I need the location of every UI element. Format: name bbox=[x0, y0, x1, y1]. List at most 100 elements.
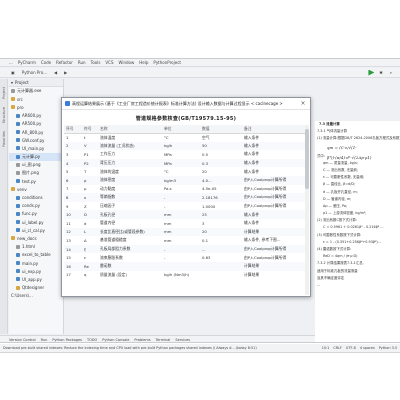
menu-item[interactable]: PythonProject bbox=[153, 60, 181, 65]
tool-window-tab[interactable]: TODO bbox=[87, 338, 97, 342]
tree-item[interactable]: src bbox=[9, 95, 63, 103]
status-indicator[interactable]: Python 3.5 bbox=[379, 346, 397, 350]
left-tab[interactable]: Favorites bbox=[2, 131, 6, 147]
table-cell: 输入条件 bbox=[244, 220, 260, 226]
menu-item[interactable]: Refactor bbox=[56, 60, 73, 65]
tool-window-tab[interactable]: Problems bbox=[134, 338, 150, 342]
status-indicator[interactable]: CRLF bbox=[333, 346, 342, 350]
menu-item[interactable]: Run bbox=[78, 60, 86, 65]
tree-item-label: ui_cl_cal.py bbox=[22, 227, 45, 233]
table-cell: 5 bbox=[66, 169, 69, 175]
tree-item[interactable]: venv bbox=[9, 185, 63, 193]
table-row[interactable]: 7 μ 动力黏度 Pa.s 4.5e-05 由P,t,Coolprop计算所得 bbox=[64, 185, 306, 194]
table-row[interactable]: 15 ε 流束膨胀系数 - 0.63 由P,t,Coolprop计算所得 bbox=[64, 253, 306, 262]
left-tab[interactable]: Structure bbox=[2, 107, 6, 123]
menu-item[interactable]: Code bbox=[41, 60, 51, 65]
tree-item[interactable]: UI_app.py bbox=[9, 275, 63, 283]
tree-item[interactable]: excel_to_table bbox=[9, 251, 63, 259]
project-panel-header[interactable]: ▾ Project bbox=[9, 79, 63, 87]
tree-item[interactable]: new_docs bbox=[9, 234, 63, 242]
column-header[interactable]: 备注 bbox=[242, 125, 306, 134]
column-header[interactable]: 序号 bbox=[64, 125, 82, 134]
menu-item[interactable]: ... bbox=[9, 60, 13, 65]
table-scrollbar[interactable] bbox=[305, 125, 309, 295]
tree-item[interactable]: C:\Users\... bbox=[9, 292, 63, 300]
tree-item[interactable]: UI_main.py bbox=[9, 144, 63, 152]
tool-window-tab[interactable]: Run bbox=[41, 338, 48, 342]
table-row[interactable]: 11 d 管道内径 mm 3 输入条件 bbox=[64, 219, 306, 228]
left-tab[interactable]: Project bbox=[2, 87, 6, 99]
tree-item[interactable]: ui_cl_cal.py bbox=[9, 226, 63, 234]
menu-item[interactable]: Tools bbox=[91, 60, 101, 65]
tool-window-tab[interactable]: Terminal bbox=[156, 338, 171, 342]
document-line: ρ1 — 上游流体密度, kg/m³; bbox=[323, 211, 367, 216]
menu-item[interactable]: PyCharm bbox=[18, 60, 36, 65]
column-header[interactable]: 单位 bbox=[162, 125, 200, 134]
table-cell: 1.0000 bbox=[202, 203, 216, 209]
tree-item[interactable]: AR600.py bbox=[9, 112, 63, 120]
tree-item[interactable]: AR_800.py bbox=[9, 128, 63, 136]
tree-item[interactable]: conds.py bbox=[9, 202, 63, 210]
tree-item[interactable]: ui_图.png bbox=[9, 161, 63, 169]
table-cell: 流束膨胀系数 bbox=[100, 254, 123, 260]
table-row[interactable]: 6 ρ 流体密度 kg/m3 4.0... 由P,t,Coolprop计算所得 bbox=[64, 175, 306, 185]
table-row[interactable]: 8 κ 等熵指数 -2.18176 由P,t,Coolprop计算所得 bbox=[64, 193, 306, 202]
column-header[interactable]: 名称 bbox=[98, 125, 162, 134]
menu-item[interactable]: Window bbox=[119, 60, 135, 65]
toolbar: ▣ Python Pro... ◀ ▶ ✱ ⌕ bbox=[0, 68, 400, 78]
tool-window-tab[interactable]: Version Control bbox=[9, 338, 36, 342]
python-file-icon bbox=[16, 211, 20, 216]
status-indicator[interactable]: 10:1 bbox=[322, 346, 330, 350]
table-cell: 25 bbox=[200, 210, 242, 219]
close-icon[interactable]: × bbox=[299, 100, 307, 108]
tree-item-label: new_docs bbox=[17, 235, 37, 241]
tree-item[interactable]: func.py bbox=[9, 210, 63, 218]
tree-item[interactable]: conditions bbox=[9, 193, 63, 201]
tool-window-tab[interactable]: Python Console bbox=[102, 338, 129, 342]
folder-icon bbox=[16, 285, 20, 290]
tree-item[interactable]: main.py bbox=[9, 259, 63, 267]
status-indicator[interactable]: 4 spaces bbox=[360, 346, 375, 350]
status-message[interactable]: Download pre-built shared indexes: Reduc… bbox=[3, 346, 257, 350]
table-row[interactable]: 14 ξ 孔板局部阻力系数 -... 由P,t,Coolprop计算所得 bbox=[64, 244, 306, 254]
tree-item[interactable]: ui_label.py bbox=[9, 218, 63, 226]
tree-item[interactable]: GW.conf.py bbox=[9, 136, 63, 144]
tree-item[interactable]: test.py bbox=[9, 177, 63, 185]
debug-icon[interactable]: ✱ bbox=[377, 70, 384, 76]
dialog-titlebar: 高程运算结果展示 (基于《工业厂房工程造价统计报表》标准计算方法) 设计输入数据… bbox=[62, 98, 310, 110]
table-row[interactable]: 9 Z 压缩因子 - 1.0000 由P,t,Coolprop计算所得 bbox=[64, 202, 306, 211]
tree-item[interactable]: Qtdesigner bbox=[9, 284, 63, 292]
table-row[interactable]: 13 Δ 基准管道粗糙度 mm 0.1 输入条件, 参考下图... bbox=[64, 236, 306, 245]
tree-item[interactable]: 图片.png bbox=[9, 169, 63, 177]
back-icon[interactable]: ◀ bbox=[52, 70, 59, 76]
table-row[interactable]: 2 V 流体流量 (工况状态) kg/h 50 输入条件 bbox=[64, 141, 306, 151]
search-icon[interactable]: ⌕ bbox=[388, 70, 394, 76]
tree-item[interactable]: ui_exp.py bbox=[9, 267, 63, 275]
table-row[interactable]: 10 D 孔板孔径 mm 25 输入条件 bbox=[64, 210, 306, 219]
scrollbar-thumb[interactable] bbox=[305, 129, 309, 189]
column-header[interactable]: 符号 bbox=[82, 125, 98, 134]
tree-item[interactable]: 元计算器.exe bbox=[9, 87, 63, 95]
tree-item[interactable]: 元计算.py bbox=[9, 152, 63, 161]
table-row[interactable]: 5 T 流体的温度 °C 20 输入条件 bbox=[64, 167, 306, 176]
tree-item[interactable]: 1.html bbox=[9, 243, 63, 251]
menu-item[interactable]: Help bbox=[139, 60, 148, 65]
forward-icon[interactable]: ▶ bbox=[62, 70, 69, 76]
status-indicator[interactable]: UTF-8 bbox=[346, 346, 356, 350]
tree-item[interactable]: pro bbox=[9, 103, 63, 111]
tool-window-tab[interactable]: Python Packages bbox=[52, 338, 82, 342]
column-header[interactable]: 数值 bbox=[200, 125, 242, 134]
table-row[interactable]: 17 q 质量流量 (设定) kg/h (Nm3/h) 计算结果 bbox=[64, 271, 306, 280]
run-icon[interactable] bbox=[368, 69, 375, 76]
table-row[interactable]: 4 P2 背压压力 MPa 0.3 输入条件 bbox=[64, 158, 306, 168]
table-row[interactable]: 16 Re 雷诺数 计算结果 bbox=[64, 261, 306, 271]
document-line: (1) 流量计算(根据GB/T 2624-2006孔板方程式及系数) 计算式: … bbox=[317, 136, 400, 141]
table-row[interactable]: 12 L 长度比直径比(或管段参数) mm 20 计算结果 bbox=[64, 227, 306, 237]
folder-icon[interactable]: ▣ bbox=[9, 70, 17, 76]
table-row[interactable]: 3 P1 工作压力 MPa 0.5 输入条件 bbox=[64, 150, 306, 159]
table-row[interactable]: 1 t 流体温度 °C 空气 输入条件 bbox=[64, 133, 306, 142]
tool-window-tab[interactable]: Services bbox=[175, 338, 190, 342]
project-selector[interactable]: Python Pro... bbox=[20, 70, 49, 76]
tree-item[interactable]: AR500.py bbox=[9, 120, 63, 128]
menu-item[interactable]: VCS bbox=[105, 60, 113, 65]
